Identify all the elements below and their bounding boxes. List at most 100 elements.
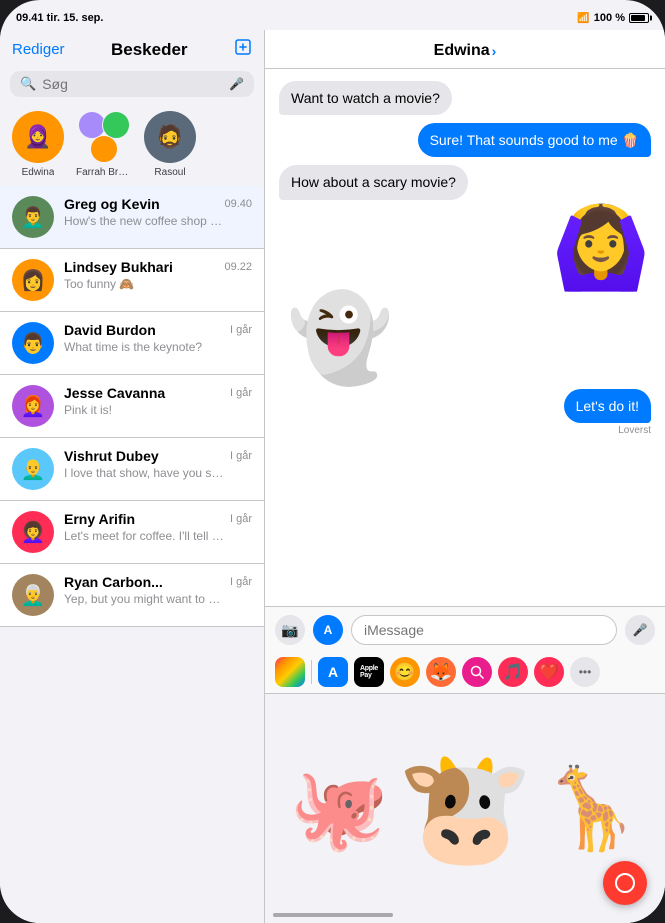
avatar-vishrut: 👨‍🦲 xyxy=(12,448,54,490)
home-indicator xyxy=(273,913,393,917)
bubble-scary: How about a scary movie? xyxy=(279,165,651,199)
pinned-contact-farrah[interactable]: Farrah Brya... xyxy=(76,111,132,178)
compose-button[interactable] xyxy=(234,38,252,61)
memoji-strip-icon[interactable]: 😊 xyxy=(390,657,420,687)
bubble-incoming-2: How about a scary movie? xyxy=(279,165,468,199)
msg-content-vishrut: Vishrut Dubey I går I love that show, ha… xyxy=(64,448,252,480)
list-item-jesse[interactable]: 👩‍🦰 Jesse Cavanna I går Pink it is! xyxy=(0,375,264,438)
msg-content-david: David Burdon I går What time is the keyn… xyxy=(64,322,252,354)
msg-preview-david: What time is the keynote? xyxy=(64,340,224,354)
msg-preview-ryan: Yep, but you might want to make it a sur… xyxy=(64,592,224,606)
msg-name-greg: Greg og Kevin xyxy=(64,196,160,212)
msg-content-ryan: Ryan Carbon... I går Yep, but you might … xyxy=(64,574,252,606)
msg-name-david: David Burdon xyxy=(64,322,156,338)
bubble-outgoing-1: Sure! That sounds good to me 🍿 xyxy=(418,123,651,157)
msg-time-ryan: I går xyxy=(230,576,252,588)
bubble-want-movie: Want to watch a movie? xyxy=(279,81,651,115)
main-layout: Rediger Beskeder 🔍 🎤 xyxy=(0,30,665,923)
pinned-name-rasoul: Rasoul xyxy=(154,167,185,178)
chat-name-text: Edwina xyxy=(434,42,490,60)
chat-messages: Want to watch a movie? Sure! That sounds… xyxy=(265,69,665,606)
appstore-strip-icon[interactable]: A xyxy=(318,657,348,687)
msg-time-erny: I går xyxy=(230,513,252,525)
msg-name-jesse: Jesse Cavanna xyxy=(64,385,165,401)
strip-divider-1 xyxy=(311,660,312,684)
input-area: 📷 A 🎤 A ApplePay 😊 🦊 xyxy=(265,606,665,693)
memoji-shocked: 🙆‍♀️ xyxy=(279,208,651,288)
pinned-contact-edwina[interactable]: 🧕 Edwina xyxy=(12,111,64,178)
search-bar[interactable]: 🔍 🎤 xyxy=(10,71,254,97)
msg-preview-jesse: Pink it is! xyxy=(64,403,224,417)
ghost-sticker: 👻 xyxy=(287,296,651,381)
battery-percent: 100 % xyxy=(594,12,625,24)
pinned-name-farrah: Farrah Brya... xyxy=(76,167,132,178)
msg-content-greg: Greg og Kevin 09.40 How's the new coffee… xyxy=(64,196,252,228)
msg-name-erny: Erny Arifin xyxy=(64,511,135,527)
avatar-greg: 👨‍🦱 xyxy=(12,196,54,238)
memoji-emoji: 🙆‍♀️ xyxy=(551,208,651,288)
msg-name-vishrut: Vishrut Dubey xyxy=(64,448,159,464)
right-panel: Edwina › Want to watch a movie? Sure! Th… xyxy=(265,30,665,923)
appstore-button[interactable]: A xyxy=(313,615,343,645)
wifi-icon: 📶 xyxy=(577,13,589,24)
avatar-farrah xyxy=(78,111,130,163)
memoji-shelf: 🐙 🐮 🦒 xyxy=(265,693,665,923)
msg-preview-vishrut: I love that show, have you seen the late… xyxy=(64,466,224,480)
msg-content-lindsey: Lindsey Bukhari 09.22 Too funny 🙈 xyxy=(64,259,252,291)
pinned-contacts: 🧕 Edwina Farrah Brya... 🧔 xyxy=(0,105,264,186)
more-strip-icon[interactable]: ••• xyxy=(570,657,600,687)
record-inner xyxy=(615,873,635,893)
edit-button[interactable]: Rediger xyxy=(12,41,65,58)
device-frame: 09.41 tir. 15. sep. 📶 100 % Rediger Besk… xyxy=(0,0,665,923)
animoji-strip-icon[interactable]: 🦊 xyxy=(426,657,456,687)
chat-header: Edwina › xyxy=(265,30,665,69)
memoji-cow[interactable]: 🐮 xyxy=(397,754,534,864)
photos-strip-icon[interactable] xyxy=(275,657,305,687)
search-strip-icon[interactable] xyxy=(462,657,492,687)
list-item-david[interactable]: 👨 David Burdon I går What time is the ke… xyxy=(0,312,264,375)
chat-chevron-icon: › xyxy=(492,43,497,59)
bubble-lets-do-it: Let's do it! Loverst xyxy=(279,389,651,436)
audio-button[interactable]: 🎤 xyxy=(625,615,655,645)
list-item-greg[interactable]: 👨‍🦱 Greg og Kevin 09.40 How's the new co… xyxy=(0,186,264,249)
bubble-label-loverst: Loverst xyxy=(618,425,651,436)
pinned-contact-rasoul[interactable]: 🧔 Rasoul xyxy=(144,111,196,178)
msg-content-jesse: Jesse Cavanna I går Pink it is! xyxy=(64,385,252,417)
music-strip-icon[interactable]: 🎵 xyxy=(498,657,528,687)
msg-time-lindsey: 09.22 xyxy=(224,261,252,273)
chat-contact-name[interactable]: Edwina › xyxy=(434,42,497,60)
memoji-giraffe[interactable]: 🦒 xyxy=(541,769,641,849)
search-input[interactable] xyxy=(42,76,223,92)
msg-time-vishrut: I går xyxy=(230,450,252,462)
bubble-sure: Sure! That sounds good to me 🍿 xyxy=(279,123,651,157)
battery-icon xyxy=(629,13,649,23)
msg-name-ryan: Ryan Carbon... xyxy=(64,574,163,590)
applepay-strip-icon[interactable]: ApplePay xyxy=(354,657,384,687)
msg-name-lindsey: Lindsey Bukhari xyxy=(64,259,173,275)
avatar-edwina: 🧕 xyxy=(12,111,64,163)
search-icon: 🔍 xyxy=(20,76,36,92)
msg-preview-lindsey: Too funny 🙈 xyxy=(64,277,224,291)
memoji-octopus[interactable]: 🐙 xyxy=(289,769,389,849)
avatar-david: 👨 xyxy=(12,322,54,364)
list-item-lindsey[interactable]: 👩 Lindsey Bukhari 09.22 Too funny 🙈 xyxy=(0,249,264,312)
avatar-erny: 👩‍🦱 xyxy=(12,511,54,553)
avatar-lindsey: 👩 xyxy=(12,259,54,301)
list-item-erny[interactable]: 👩‍🦱 Erny Arifin I går Let's meet for cof… xyxy=(0,501,264,564)
left-header: Rediger Beskeder xyxy=(0,30,264,67)
status-bar: 09.41 tir. 15. sep. 📶 100 % xyxy=(0,0,665,30)
imessage-input[interactable] xyxy=(351,615,617,645)
msg-time-david: I går xyxy=(230,324,252,336)
avatar-ryan: 👨‍🦳 xyxy=(12,574,54,616)
mic-icon[interactable]: 🎤 xyxy=(229,77,244,91)
list-item-vishrut[interactable]: 👨‍🦲 Vishrut Dubey I går I love that show… xyxy=(0,438,264,501)
status-right: 📶 100 % xyxy=(577,12,649,24)
bubble-incoming-1: Want to watch a movie? xyxy=(279,81,452,115)
record-button[interactable] xyxy=(603,861,647,905)
camera-button[interactable]: 📷 xyxy=(275,615,305,645)
heart-strip-icon[interactable]: ❤️ xyxy=(534,657,564,687)
list-item-ryan[interactable]: 👨‍🦳 Ryan Carbon... I går Yep, but you mi… xyxy=(0,564,264,627)
msg-preview-erny: Let's meet for coffee. I'll tell you all… xyxy=(64,529,224,543)
msg-time-jesse: I går xyxy=(230,387,252,399)
msg-time-greg: 09.40 xyxy=(224,198,252,210)
